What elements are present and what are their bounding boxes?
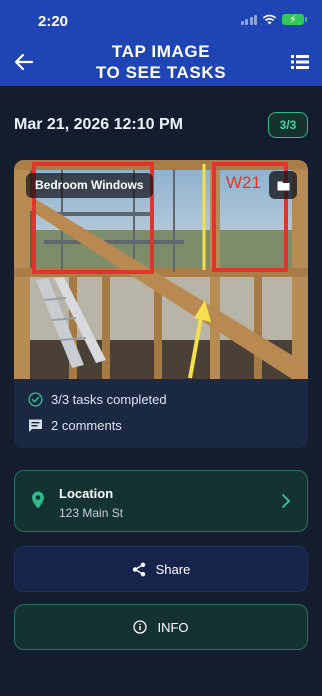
- location-address: 123 Main St: [59, 506, 124, 520]
- status-icons: ⚡: [240, 14, 307, 26]
- map-pin-icon: [32, 491, 44, 509]
- comments-link[interactable]: 2 comments: [28, 418, 122, 433]
- back-arrow-icon[interactable]: [12, 50, 36, 74]
- signal-icon: [240, 14, 257, 25]
- list-menu-icon[interactable]: [290, 52, 310, 72]
- task-count-badge: 3/3: [268, 112, 308, 138]
- page-title-line1: TAP IMAGE: [111, 42, 211, 61]
- check-circle-icon: [28, 392, 43, 407]
- folder-icon: [277, 181, 289, 190]
- page-title-line2: TO SEE TASKS: [95, 63, 227, 82]
- status-time: 2:20: [38, 13, 69, 30]
- location-title: Location: [59, 486, 114, 501]
- info-button[interactable]: INFO: [14, 604, 308, 650]
- comments-count-text: 2 comments: [51, 418, 122, 433]
- capture-datetime: Mar 21, 2026 12:10 PM: [14, 116, 183, 133]
- photo-title-chip: Bedroom Windows: [26, 173, 153, 198]
- share-label: Share: [155, 561, 191, 577]
- photo-card[interactable]: W21 Bedroom Windows 3/3 tasks completed …: [14, 160, 308, 448]
- markup-label: W21: [226, 173, 261, 192]
- info-icon: [133, 620, 148, 634]
- wifi-icon: [262, 14, 277, 25]
- app-header: 2:20 ⚡ TAP IMAGE TO SEE TASKS: [0, 0, 322, 86]
- share-button[interactable]: Share: [14, 546, 308, 592]
- location-card[interactable]: Location 123 Main St: [14, 470, 308, 532]
- battery-icon: ⚡: [282, 14, 307, 26]
- tasks-status: 3/3 tasks completed: [28, 392, 167, 407]
- comment-icon: [29, 419, 42, 432]
- info-label: INFO: [157, 619, 189, 635]
- tasks-completed-text: 3/3 tasks completed: [51, 392, 167, 407]
- folder-button[interactable]: [269, 171, 297, 199]
- share-icon: [132, 562, 145, 576]
- chevron-right-icon: [282, 494, 290, 508]
